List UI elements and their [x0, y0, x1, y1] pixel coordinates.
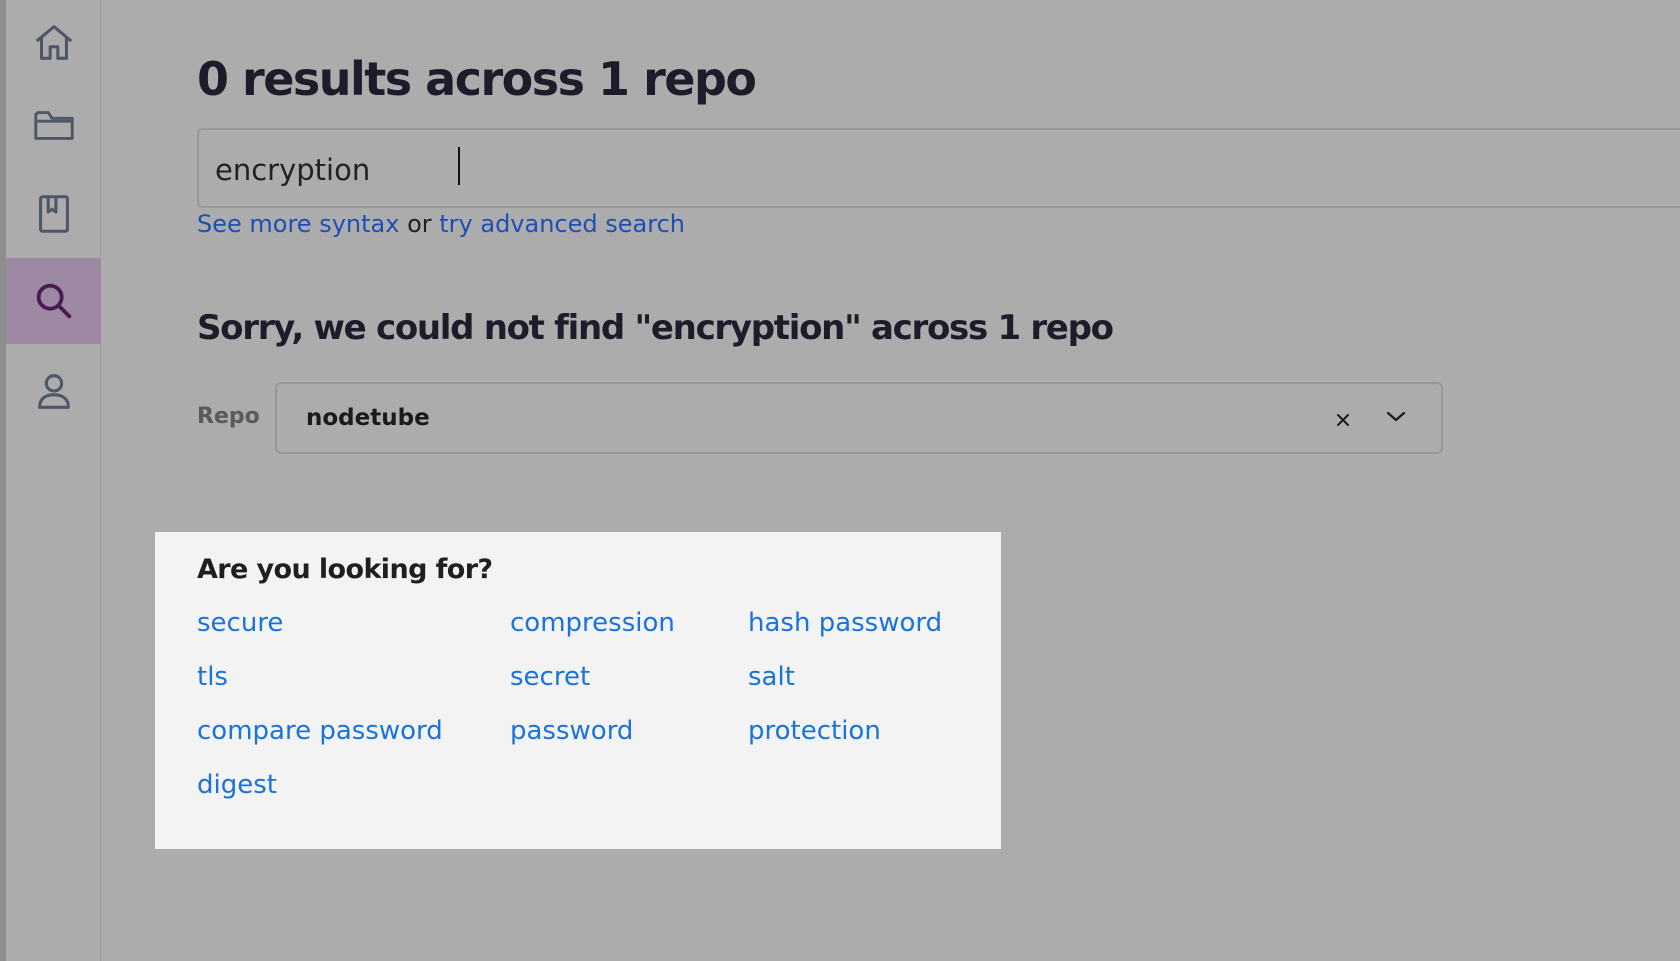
search-icon	[36, 283, 71, 319]
sidebar-item-profile[interactable]	[6, 348, 101, 434]
user-icon	[37, 374, 70, 409]
sidebar-nav	[6, 0, 101, 961]
text-cursor	[458, 147, 460, 185]
sidebar-item-search[interactable]	[6, 258, 101, 344]
folder-icon	[33, 111, 74, 140]
repo-filter-label: Repo	[197, 404, 260, 429]
suggestion-link[interactable]: secure	[197, 608, 283, 638]
suggestion-link[interactable]: hash password	[748, 608, 942, 638]
search-input[interactable]	[215, 148, 1615, 192]
suggestion-link[interactable]: salt	[748, 662, 795, 692]
sidebar-item-docs[interactable]	[6, 171, 101, 257]
repo-select[interactable]: nodetube	[275, 382, 1443, 454]
main-content: 0 results across 1 repo See more syntax …	[101, 0, 1680, 961]
suggestion-link[interactable]: compare password	[197, 716, 443, 746]
advanced-search-link[interactable]: try advanced search	[439, 210, 685, 238]
page-title: 0 results across 1 repo	[197, 52, 757, 106]
suggestion-link[interactable]: compression	[510, 608, 675, 638]
repo-select-value: nodetube	[306, 405, 430, 431]
syntax-help: See more syntax or try advanced search	[197, 210, 685, 238]
suggestions-title: Are you looking for?	[197, 554, 493, 585]
search-box[interactable]	[197, 128, 1680, 208]
suggestion-link[interactable]: protection	[748, 716, 881, 746]
chevron-down-icon[interactable]	[1381, 402, 1411, 432]
clear-icon[interactable]	[1329, 406, 1357, 434]
suggestion-link[interactable]: secret	[510, 662, 590, 692]
bookmark-icon	[38, 195, 69, 233]
no-results-heading: Sorry, we could not find "encryption" ac…	[197, 308, 1114, 348]
see-more-syntax-link[interactable]: See more syntax	[197, 210, 399, 238]
sidebar-item-files[interactable]	[6, 82, 101, 168]
sidebar-item-home[interactable]	[6, 0, 101, 86]
home-icon	[35, 25, 72, 60]
suggestion-link[interactable]: password	[510, 716, 633, 746]
suggestion-link[interactable]: tls	[197, 662, 228, 692]
suggestions-panel: Are you looking for? secure compression …	[155, 532, 1001, 849]
suggestion-link[interactable]: digest	[197, 770, 277, 800]
or-text: or	[399, 210, 440, 238]
